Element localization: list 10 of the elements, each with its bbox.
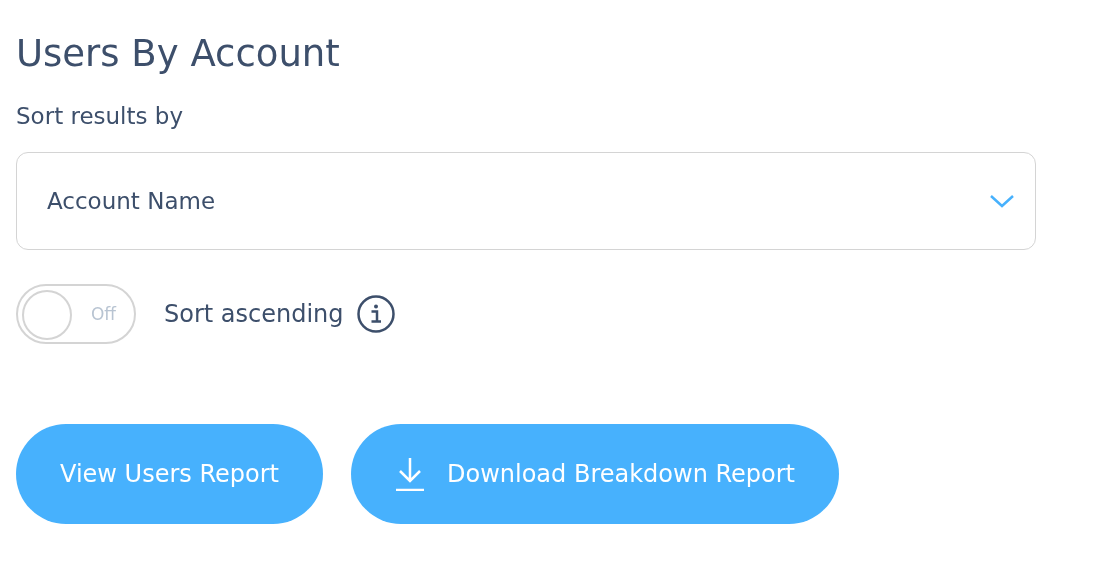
sort-dropdown[interactable]: Account Name	[16, 152, 1036, 250]
toggle-label: Sort ascending	[164, 300, 344, 328]
report-button[interactable]: View Users Report	[16, 424, 323, 524]
download-icon	[395, 457, 425, 491]
download-button[interactable]: Download Breakdown Report	[351, 424, 840, 524]
page-title: Users By Account	[16, 31, 341, 77]
toggle-switch[interactable]: Off	[16, 284, 136, 344]
chevron-down-icon	[989, 194, 1015, 208]
info-icon[interactable]	[355, 294, 396, 334]
sort-label: Sort results by	[16, 102, 185, 131]
